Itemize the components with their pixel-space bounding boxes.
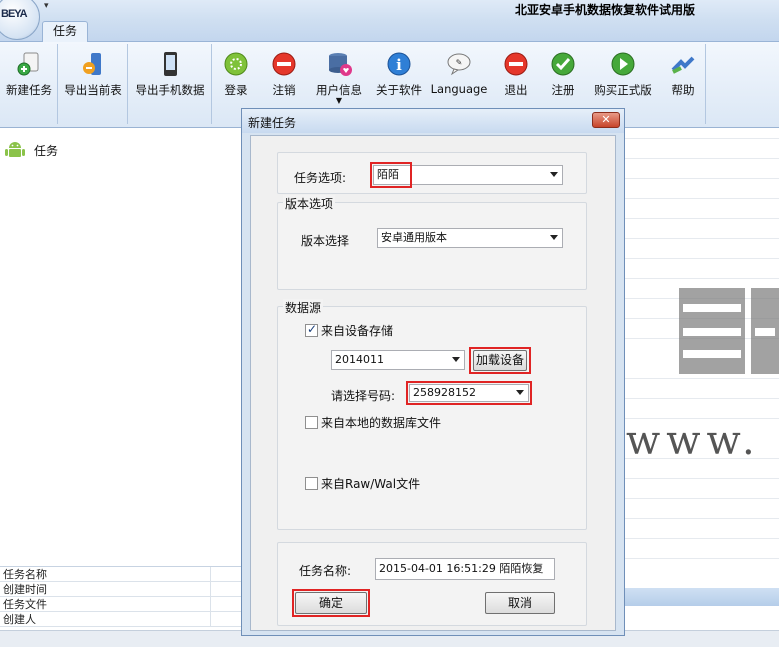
chevron-down-icon: [550, 172, 558, 177]
tab-task[interactable]: 任务: [42, 21, 88, 42]
device-select[interactable]: 2014011: [331, 350, 465, 370]
watermark-text: www. f: [626, 418, 779, 464]
tree-item-label: 任务: [34, 143, 59, 158]
new-task-icon: [17, 52, 39, 76]
login-button[interactable]: 登录: [218, 48, 254, 110]
logout-button[interactable]: 注销: [264, 48, 304, 110]
exit-button[interactable]: 退出: [496, 48, 536, 110]
register-button[interactable]: 注册: [544, 48, 582, 110]
quick-access-dropdown-icon[interactable]: ▾: [44, 1, 49, 11]
user-info-dropdown-icon: ▼: [335, 96, 343, 105]
highlight-box: [406, 381, 532, 405]
highlight-box: [292, 589, 370, 617]
tree-item-task[interactable]: 任务: [4, 140, 58, 160]
export-table-button[interactable]: 导出当前表: [60, 48, 126, 110]
dialog-close-button[interactable]: ✕: [592, 112, 620, 128]
about-button[interactable]: i 关于软件: [372, 48, 426, 110]
device-value: 2014011: [335, 353, 384, 366]
buy-icon: [611, 52, 635, 76]
about-icon: i: [387, 52, 411, 76]
new-task-dialog: 新建任务 ✕ 任务选项: 陌陌 版本选项 版本选择 安卓通用版本 数据源 来自设…: [241, 108, 625, 636]
from-raw-label: 来自Raw/Wal文件: [321, 477, 421, 491]
chevron-down-icon: [550, 235, 558, 240]
exit-icon: [504, 52, 528, 76]
app-title: 北亚安卓手机数据恢复软件试用版: [514, 3, 695, 17]
version-value: 安卓通用版本: [381, 231, 447, 244]
version-group-legend: 版本选项: [283, 195, 336, 212]
android-icon: [5, 142, 25, 157]
from-local-db-label: 来自本地的数据库文件: [321, 416, 442, 430]
task-tree-panel: 任务: [0, 128, 241, 566]
help-icon: [671, 56, 695, 74]
export-phone-icon: [164, 52, 177, 76]
user-info-button[interactable]: 用户信息 ▼: [310, 48, 368, 110]
user-info-icon: [329, 53, 352, 76]
checkbox-unchecked-icon: [305, 477, 318, 490]
highlight-box: [469, 347, 531, 374]
info-row: 创建人: [0, 612, 241, 627]
ribbon-tabstrip: 任务: [0, 20, 779, 42]
close-icon: ✕: [601, 113, 611, 126]
dialog-title-bar[interactable]: 新建任务 ✕: [242, 109, 624, 133]
language-icon: ✎: [447, 53, 471, 76]
task-info-table: 任务名称 创建时间 任务文件 创建人: [0, 566, 241, 630]
from-device-checkbox[interactable]: 来自设备存储: [305, 322, 393, 339]
dialog-title: 新建任务: [248, 116, 297, 130]
login-icon: [224, 52, 248, 76]
checkbox-checked-icon: [305, 322, 318, 337]
from-local-db-checkbox[interactable]: 来自本地的数据库文件: [305, 414, 441, 431]
new-task-button[interactable]: 新建任务: [2, 48, 56, 110]
dialog-body: 任务选项: 陌陌 版本选项 版本选择 安卓通用版本 数据源 来自设备存储 201…: [250, 135, 616, 631]
info-row: 创建时间: [0, 582, 241, 597]
task-name-label: 任务名称:: [299, 564, 352, 578]
svg-text:✎: ✎: [456, 58, 463, 67]
svg-text:i: i: [396, 56, 402, 74]
task-name-input[interactable]: 2015-04-01 16:51:29 陌陌恢复: [375, 558, 555, 580]
task-option-label: 任务选项:: [294, 171, 347, 185]
language-button[interactable]: ✎ Language: [430, 48, 488, 110]
info-row: 任务文件: [0, 597, 241, 612]
from-device-label: 来自设备存储: [321, 324, 394, 338]
result-panel: [624, 128, 779, 647]
result-panel-header: [624, 588, 779, 606]
title-bar: ▾ 北亚安卓手机数据恢复软件试用版: [0, 0, 779, 20]
data-source-legend: 数据源: [283, 299, 324, 316]
help-button[interactable]: 帮助: [664, 48, 702, 110]
version-select-label: 版本选择: [301, 234, 350, 248]
chevron-down-icon: [452, 357, 460, 362]
logo-text: BEYA: [1, 8, 28, 20]
highlight-box: [370, 162, 412, 188]
version-select[interactable]: 安卓通用版本: [377, 228, 563, 248]
export-table-icon: [83, 53, 101, 75]
info-row: 任务名称: [0, 567, 241, 582]
export-phone-data-button[interactable]: 导出手机数据: [130, 48, 210, 110]
register-icon: [551, 52, 575, 76]
from-raw-checkbox[interactable]: 来自Raw/Wal文件: [305, 475, 420, 492]
buy-full-version-button[interactable]: 购买正式版: [590, 48, 656, 110]
number-select-label: 请选择号码:: [331, 389, 396, 403]
watermark-logo: [679, 288, 779, 374]
logout-icon: [272, 52, 296, 76]
cancel-button[interactable]: 取消: [485, 592, 555, 614]
checkbox-unchecked-icon: [305, 416, 318, 429]
